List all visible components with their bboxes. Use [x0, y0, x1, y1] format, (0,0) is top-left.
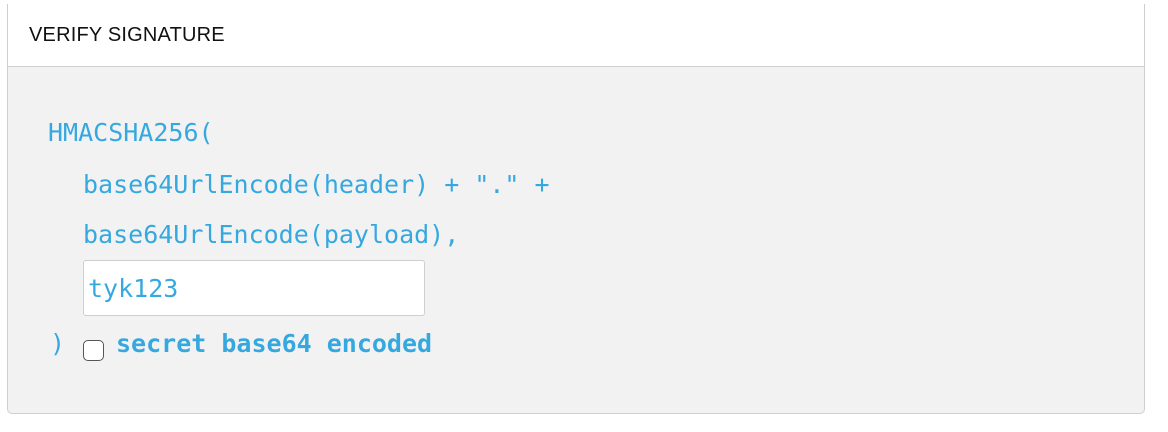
code-line-header: base64UrlEncode(header) + "." +: [83, 170, 550, 199]
base64-encoded-label[interactable]: secret base64 encoded: [116, 329, 432, 359]
base64-encoded-checkbox[interactable]: [83, 340, 104, 361]
code-line-hmac: HMACSHA256(: [48, 118, 214, 147]
code-close-paren: ): [50, 329, 66, 358]
panel-header: VERIFY SIGNATURE: [8, 4, 1144, 67]
secret-input[interactable]: [83, 260, 425, 316]
verify-signature-panel: VERIFY SIGNATURE HMACSHA256( base64UrlEn…: [7, 4, 1145, 414]
code-line-payload: base64UrlEncode(payload),: [83, 220, 460, 249]
panel-title: VERIFY SIGNATURE: [29, 24, 225, 46]
signature-code-block: HMACSHA256( base64UrlEncode(header) + ".…: [8, 67, 1144, 413]
